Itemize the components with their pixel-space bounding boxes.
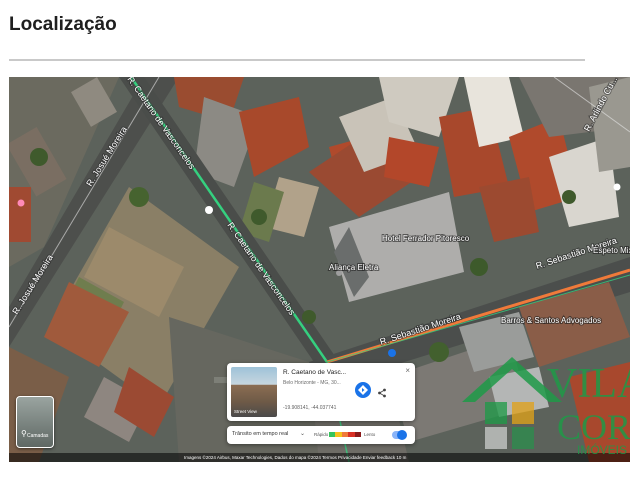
map-footer-attribution: Imagens ©2024 Airbus, Maxar Technologies… bbox=[184, 454, 407, 460]
pin-icon: ⚲ bbox=[21, 429, 27, 438]
poi-pin-icon[interactable] bbox=[613, 183, 621, 191]
place-title[interactable]: R. Caetano de Vasc... bbox=[283, 369, 346, 376]
close-icon[interactable]: × bbox=[405, 366, 410, 376]
traffic-slow-label: Lento bbox=[364, 432, 376, 437]
directions-button[interactable] bbox=[355, 382, 371, 398]
place-info-card[interactable]: Street View R. Caetano de Vasc... Belo H… bbox=[227, 363, 415, 421]
traffic-legend-bar[interactable]: Trânsito em tempo real ⌄ Rápido Lento bbox=[227, 426, 415, 444]
traffic-fast-label: Rápido bbox=[314, 432, 329, 437]
chevron-down-icon[interactable]: ⌄ bbox=[300, 430, 305, 437]
poi-pin-icon[interactable] bbox=[17, 199, 25, 207]
watermark-text-1: VILA bbox=[547, 361, 630, 407]
thumbnail-label: Street View bbox=[234, 409, 257, 414]
traffic-scale-swatch bbox=[354, 432, 362, 437]
watermark-logo: VILA CORR IMÓVEIS bbox=[462, 357, 630, 457]
streetview-thumbnail[interactable]: Street View bbox=[231, 367, 277, 417]
traffic-color-scale bbox=[329, 432, 362, 437]
traffic-label: Trânsito em tempo real bbox=[232, 431, 289, 437]
poi-label-hotel[interactable]: Hotel Ferrador Pitoresco bbox=[381, 233, 471, 244]
directions-icon bbox=[358, 385, 368, 395]
toggle-knob bbox=[397, 430, 407, 440]
share-icon bbox=[378, 388, 386, 398]
bus-stop-icon[interactable] bbox=[388, 349, 396, 357]
traffic-toggle[interactable] bbox=[392, 430, 407, 440]
poi-label-barros[interactable]: Barros & Santos Advogados bbox=[500, 315, 602, 326]
poi-label-espeto[interactable]: Espeto Mix bbox=[592, 245, 630, 256]
section-title: Localização bbox=[9, 14, 117, 35]
streetview-layer-button[interactable]: ⚲ Camadas bbox=[16, 396, 54, 448]
place-subtitle: Belo Horizonte - MG, 30... bbox=[283, 380, 341, 386]
poi-label-alianca[interactable]: Aliança Eletra bbox=[328, 262, 380, 273]
map-satellite-view[interactable]: R. Caetano de Vasconcelos R. Caetano de … bbox=[9, 77, 630, 462]
section-divider bbox=[9, 59, 585, 61]
watermark-text-3: IMÓVEIS bbox=[577, 442, 627, 457]
watermark-text-2: CORR bbox=[557, 407, 630, 447]
poi-pin-icon[interactable] bbox=[205, 206, 213, 214]
streetview-label: Camadas bbox=[27, 433, 49, 439]
place-coordinates: -19.908141, -44.037741 bbox=[283, 405, 337, 411]
share-button[interactable] bbox=[377, 385, 387, 398]
